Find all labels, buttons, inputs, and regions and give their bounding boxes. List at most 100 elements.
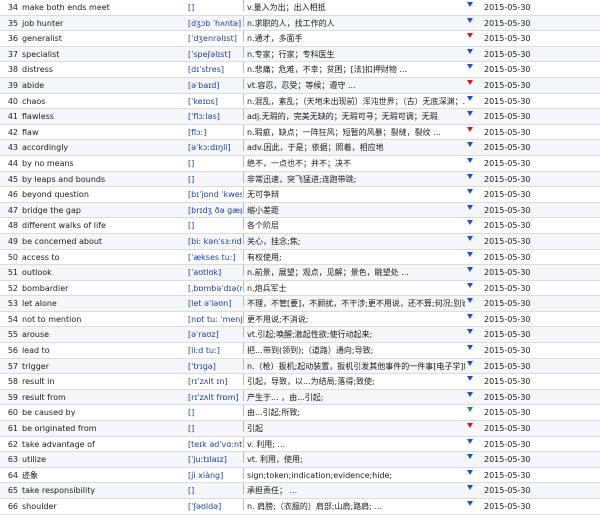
flag-icon[interactable] — [467, 0, 475, 15]
table-row[interactable]: 40 chaos [ˈkeɪɒs] n.混乱，紊乱；（天地未出现前）浑沌世界；（… — [0, 93, 600, 110]
pronunciation-text: [rɪˈzʌlt ɪn] — [188, 377, 228, 387]
table-row[interactable]: 41 flawless [ˈflɔːləs] adj.无瑕的，完美无缺的；无瑕可… — [0, 109, 600, 125]
table-row[interactable]: 35 job hunter [dʒɔb ˈhʌntə] n.求职的人，找工作的人… — [0, 15, 600, 32]
table-row[interactable]: 48 different walks of life [] 各个阶层 2015-… — [0, 218, 600, 234]
table-row[interactable]: 63 utilize [ˈjuːtɪlaɪz] vt. 利用，使用; 2015-… — [0, 452, 600, 468]
pronunciation-text: [] — [188, 486, 195, 496]
row-number: 54 — [7, 314, 18, 324]
table-row[interactable]: 36 generalist [ˈdʒenrəlɪst] n.通才，多面手 201… — [0, 31, 600, 47]
word-text: make both ends meet — [22, 3, 110, 12]
flag-triangle-icon — [467, 142, 473, 148]
flag-icon[interactable] — [467, 203, 475, 218]
flag-icon[interactable] — [467, 125, 475, 140]
flag-icon[interactable] — [467, 390, 475, 405]
flag-icon[interactable] — [467, 265, 475, 280]
flag-icon[interactable] — [467, 281, 475, 296]
table-row[interactable]: 49 be concerned about [bi: kənˈsɜːnd ...… — [0, 233, 600, 250]
flag-icon[interactable] — [467, 421, 475, 436]
table-row[interactable]: 62 take advantage of [teɪk ədˈvɑːntɪd...… — [0, 436, 600, 453]
table-row[interactable]: 52 bombardier [ˌbɒmbəˈdɪə(r)] n.炮兵军士 201… — [0, 280, 600, 297]
flag-icon[interactable] — [467, 109, 475, 124]
table-row[interactable]: 58 result in [rɪˈzʌlt ɪn] 引起，导致，以...为结局;… — [0, 374, 600, 390]
flag-icon[interactable] — [467, 234, 475, 249]
table-row[interactable]: 57 trigger [ˈtrɪɡə] n.（枪）扳机;起动装置，扳机引发其他事… — [0, 358, 600, 375]
flag-icon[interactable] — [467, 16, 475, 31]
flag-icon[interactable] — [467, 296, 475, 311]
flag-triangle-icon — [467, 438, 473, 444]
word-text: accordingly — [22, 143, 69, 153]
table-row[interactable]: 64 迹象 [jì xiàng] sign;token;indication;e… — [0, 467, 600, 484]
word-text: be caused by — [22, 408, 76, 418]
definition-text: v. 利用; ... — [247, 439, 286, 449]
table-row[interactable]: 55 arouse [əˈraʊz] vt.引起;唤醒;激起性欲;使行动起来; … — [0, 327, 600, 344]
flag-icon[interactable] — [467, 327, 475, 342]
table-row[interactable]: 54 not to mention [nɒt tuː ˈmenʃən] 更不用说… — [0, 311, 600, 328]
flag-icon[interactable] — [467, 47, 475, 62]
table-row[interactable]: 60 be caused by [] 由...引起;所致; 2015-05-30 — [0, 405, 600, 422]
flag-icon[interactable] — [467, 359, 475, 374]
table-row[interactable]: 59 result from [rɪˈzʌlt frɒm] 产生于... ，由.… — [0, 389, 600, 406]
flag-icon[interactable] — [467, 94, 475, 109]
table-row[interactable]: 38 distress [dɪˈstres] n.悲痛；危难，不幸；贫困；[法]… — [0, 62, 600, 78]
row-number: 66 — [7, 502, 18, 511]
table-row[interactable]: 61 be originated from [] 引起 2015-05-30 — [0, 421, 600, 437]
date-added: 2015-05-30 — [484, 299, 531, 309]
table-row[interactable]: 56 lead to [liːd tuː] 把…带到(领到);（道路）通向;导致… — [0, 343, 600, 359]
flag-icon[interactable] — [467, 483, 475, 498]
flag-icon[interactable] — [467, 343, 475, 358]
column-divider — [243, 249, 244, 261]
flag-icon[interactable] — [467, 405, 475, 420]
definition-text: 非常迅速，突飞猛进;连跑带跳; — [247, 174, 357, 184]
word-text: lead to — [22, 346, 50, 356]
flag-icon[interactable] — [467, 452, 475, 467]
flag-icon[interactable] — [467, 187, 475, 202]
table-row[interactable]: 46 beyond question [bɪˈjɒnd ˈkwest... 无可… — [0, 187, 600, 203]
flag-icon[interactable] — [467, 156, 475, 171]
pronunciation-text: [] — [188, 3, 195, 12]
table-row[interactable]: 66 shoulder [ˈʃəʊldə] n. 肩膀;（衣服的）肩部;山肩;路… — [0, 499, 600, 515]
table-row[interactable]: 47 bridge the gap [brɪdʒ ðə ɡæp] 缩小差距 20… — [0, 202, 600, 219]
date-added: 2015-05-30 — [484, 314, 531, 324]
date-added: 2015-05-30 — [484, 330, 531, 340]
flag-icon[interactable] — [467, 437, 475, 452]
table-row[interactable]: 44 by no means [] 绝不，一点也不；并不；决不 2015-05-… — [0, 155, 600, 172]
flag-icon[interactable] — [467, 499, 475, 514]
table-row[interactable]: 65 take responsibility [] 承担责任； ... 2015… — [0, 483, 600, 499]
flag-icon[interactable] — [467, 31, 475, 46]
flag-icon[interactable] — [467, 172, 475, 187]
table-row[interactable]: 37 specialist [ˈspeʃəlɪst] n.专家；行家；专科医生 … — [0, 46, 600, 63]
column-divider — [243, 31, 244, 43]
row-number: 44 — [7, 158, 18, 168]
table-row[interactable]: 50 access to [ˈækses tuː] 有权使用; 2015-05-… — [0, 249, 600, 266]
pronunciation-text: [ˈaʊtlʊk] — [188, 268, 222, 278]
flag-triangle-icon — [467, 298, 473, 304]
word-text: generalist — [22, 34, 62, 44]
pronunciation-text: [] — [188, 158, 195, 168]
flag-icon[interactable] — [467, 250, 475, 265]
table-row[interactable]: 42 flaw [flɔː] n.瑕疵，缺点；一阵狂风；短暂的风暴；裂缝，裂纹 … — [0, 124, 600, 141]
table-row[interactable]: 51 outlook [ˈaʊtlʊk] n.前景，展望；观点，见解；景色，眺望… — [0, 265, 600, 281]
table-row[interactable]: 34 make both ends meet [] v.量入为出；出入相抵 20… — [0, 0, 600, 16]
flag-icon[interactable] — [467, 374, 475, 389]
flag-icon[interactable] — [467, 468, 475, 483]
definition-text: adv.因此，于是；依据；照着，相应地 — [247, 143, 384, 153]
table-row[interactable]: 39 abide [əˈbaɪd] vt.容忍，忍受；等候；遵守 ... 201… — [0, 77, 600, 94]
word-text: abide — [22, 80, 45, 90]
definition-text: n.（枪）扳机;起动装置，扳机引发其他事件的一件事[电子学]触... — [247, 361, 465, 371]
flag-icon[interactable] — [467, 62, 475, 77]
table-row[interactable]: 43 accordingly [əˈkɔːdɪŋli] adv.因此，于是；依据… — [0, 140, 600, 156]
column-divider — [243, 187, 244, 199]
flag-icon[interactable] — [467, 312, 475, 327]
flag-triangle-icon — [467, 204, 473, 210]
flag-icon[interactable] — [467, 140, 475, 155]
column-divider — [243, 405, 244, 417]
date-added: 2015-05-30 — [484, 205, 531, 215]
flag-icon[interactable] — [467, 78, 475, 93]
date-added: 2015-05-30 — [484, 346, 531, 356]
word-text: take advantage of — [22, 439, 95, 449]
flag-triangle-icon — [467, 111, 473, 117]
word-text: beyond question — [22, 190, 89, 200]
table-row[interactable]: 53 let alone [let əˈləʊn] 不理，不管[要]，不顾扰，不… — [0, 296, 600, 312]
table-row[interactable]: 45 by leaps and bounds [] 非常迅速，突飞猛进;连跑带跳… — [0, 171, 600, 188]
flag-icon[interactable] — [467, 218, 475, 233]
